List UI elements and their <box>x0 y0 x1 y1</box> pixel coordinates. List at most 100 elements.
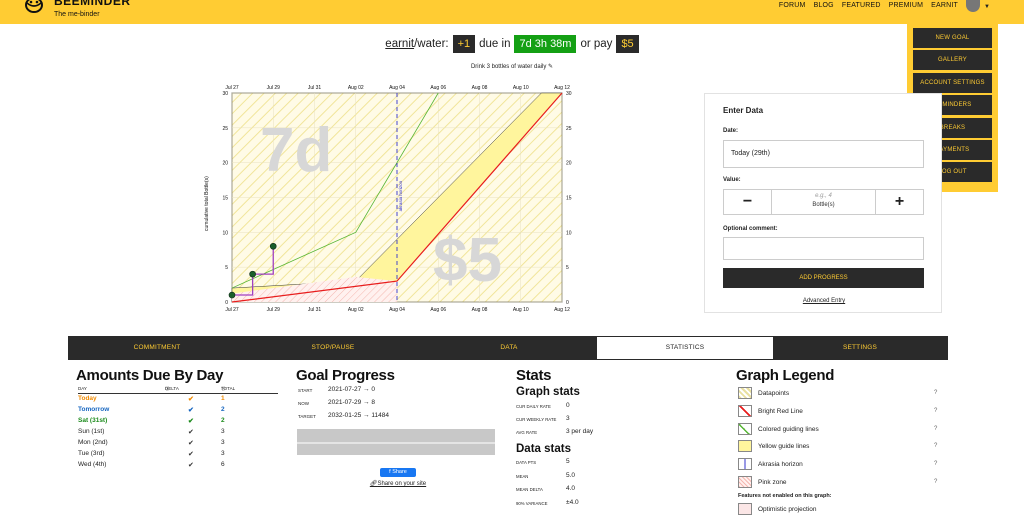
increment-button[interactable]: + <box>875 190 923 214</box>
due-day: Tue (3rd) <box>78 450 105 457</box>
nav-username[interactable]: EARNIT <box>931 0 958 12</box>
amounts-table-header: DAY DELTA ⓘ TOTAL ⓘ <box>78 386 278 394</box>
goal-slug: /water: <box>414 38 449 50</box>
advanced-entry-link[interactable]: Advanced Entry <box>705 298 943 304</box>
progress-bar-divider <box>297 442 495 444</box>
tab-settings[interactable]: SETTINGS <box>773 337 947 359</box>
tab-stop-pause[interactable]: STOP/PAUSE <box>245 337 421 359</box>
stat-value: 4.0 <box>566 485 576 492</box>
legend-item: Bright Red Line? <box>738 404 938 419</box>
stat-value: 0 <box>566 402 570 409</box>
tab-statistics[interactable]: STATISTICS <box>597 337 773 359</box>
progress-value: 2021-07-27 → 0 <box>328 386 375 393</box>
help-icon[interactable]: ? <box>934 426 937 432</box>
progress-value: 2021-07-29 → 8 <box>328 399 375 406</box>
graph-legend-title: Graph Legend <box>736 367 835 384</box>
yellow-guide-swatch-icon <box>738 440 752 453</box>
decrement-button[interactable]: − <box>724 190 772 214</box>
check-icon: ✔ <box>188 462 194 469</box>
stat-value: 5 <box>566 458 570 465</box>
enter-data-heading: Enter Data <box>723 106 764 115</box>
chevron-down-icon[interactable]: ▼ <box>984 4 990 10</box>
avatar[interactable] <box>966 0 980 12</box>
stat-value: 5.0 <box>566 471 576 479</box>
table-row: Today ✔ 1 <box>78 395 278 405</box>
add-progress-button[interactable]: ADD PROGRESS <box>723 268 924 288</box>
table-row: NOW 2021-07-29 → 8 <box>298 399 498 409</box>
x-tick-label: Jul 31 <box>308 307 322 313</box>
countdown-badge: 7d 3h 38m <box>514 35 577 53</box>
x-tick-label: Aug 08 <box>472 85 488 91</box>
value-input[interactable]: e.g., 4 Bottle(s) <box>772 190 875 214</box>
stats-title: Stats <box>516 367 552 384</box>
share-on-site-link[interactable]: 🔗︎Share on your site <box>298 480 498 487</box>
info-icon[interactable]: ⓘ <box>221 386 226 392</box>
stat-value: 3 per day <box>566 428 594 435</box>
datapoint <box>228 291 236 299</box>
datapoint <box>249 270 256 278</box>
help-icon[interactable]: ? <box>934 408 937 414</box>
help-icon[interactable]: ? <box>934 443 937 449</box>
legend-item: Colored guiding lines? <box>738 422 938 437</box>
y-tick-label: 30 <box>222 91 228 97</box>
y-tick-label: 25 <box>222 126 228 132</box>
check-icon: ✔ <box>188 451 194 458</box>
stat-key: MEAN <box>516 473 529 479</box>
legend-item: Yellow guide lines? <box>738 440 938 454</box>
due-total: 2 <box>221 406 225 413</box>
comment-input[interactable] <box>723 237 924 260</box>
x-axis-top: Jul 27 Jul 29 Jul 31 Aug 02 Aug 04 Aug 06 Aug … <box>225 85 570 91</box>
table-row: Sat (31st) ✔ 2 <box>78 417 278 427</box>
stat-key: AVG RATE <box>516 430 538 435</box>
datapoints-swatch-icon <box>738 387 752 399</box>
tab-data[interactable]: DATA <box>421 337 597 359</box>
table-row: MEAN DELTA 4.0 <box>516 485 636 495</box>
nav-blog[interactable]: BLOG <box>814 0 834 12</box>
progress-key: TARGET <box>298 414 316 419</box>
due-day: Sun (1st) <box>78 428 105 435</box>
legend-label: Colored guiding lines <box>758 425 819 433</box>
x-tick-label: Jul 29 <box>267 307 281 313</box>
watermark-time: 7d <box>260 116 332 185</box>
watermark-money: $5 <box>433 226 502 295</box>
akrasia-swatch-icon <box>738 458 752 471</box>
stat-key: MEAN DELTA <box>516 487 543 492</box>
akrasia-label: akrasia horizon <box>398 180 403 211</box>
table-row: START 2021-07-27 → 0 <box>298 386 498 396</box>
due-total: 1 <box>221 395 225 402</box>
y-axis-label: cumulative total Bottle(s) <box>204 176 210 231</box>
help-icon[interactable]: ? <box>934 461 937 467</box>
menu-account-settings[interactable]: ACCOUNT SETTINGS <box>913 72 992 93</box>
legend-item-optimistic: Optimistic projection <box>738 503 938 517</box>
due-total: 6 <box>221 461 225 468</box>
goal-user-link[interactable]: earnit <box>385 38 414 50</box>
facebook-icon: f <box>389 469 391 475</box>
x-tick-label: Jul 27 <box>225 307 239 313</box>
x-tick-label: Aug 02 <box>348 85 364 91</box>
progress-value: 2032-01-25 → 11484 <box>328 412 389 419</box>
tab-commitment[interactable]: COMMITMENT <box>69 337 245 359</box>
delta-badge: +1 <box>452 35 476 53</box>
legend-label: Akrasia horizon <box>758 461 803 469</box>
table-row: Sun (1st) ✔ 3 <box>78 428 278 438</box>
due-total: 2 <box>221 417 225 424</box>
help-icon[interactable]: ? <box>934 390 937 396</box>
x-tick-label: Aug 10 <box>513 307 529 313</box>
bee-logo-icon <box>25 0 43 13</box>
table-row: CUR DAILY RATE 0 <box>516 402 636 412</box>
stat-value: ±4.0 <box>566 498 579 506</box>
pencil-icon[interactable]: ✎ <box>548 64 553 70</box>
check-icon: ✔ <box>188 429 194 436</box>
date-select[interactable]: Today (29th) <box>723 140 924 168</box>
stat-key: DATA PTS <box>516 460 537 465</box>
legend-label: Pink zone <box>758 479 787 486</box>
help-icon[interactable]: ? <box>934 479 937 485</box>
datapoint <box>269 242 277 250</box>
info-icon[interactable]: ⓘ <box>165 386 170 392</box>
brand-name: BEEMINDER <box>54 0 131 8</box>
facebook-share-button[interactable]: f Share <box>380 468 416 477</box>
nav-featured[interactable]: FEATURED <box>842 0 881 12</box>
nav-forum[interactable]: FORUM <box>779 0 806 12</box>
y-tick-label: 10 <box>222 230 228 236</box>
nav-premium[interactable]: PREMIUM <box>889 0 923 12</box>
